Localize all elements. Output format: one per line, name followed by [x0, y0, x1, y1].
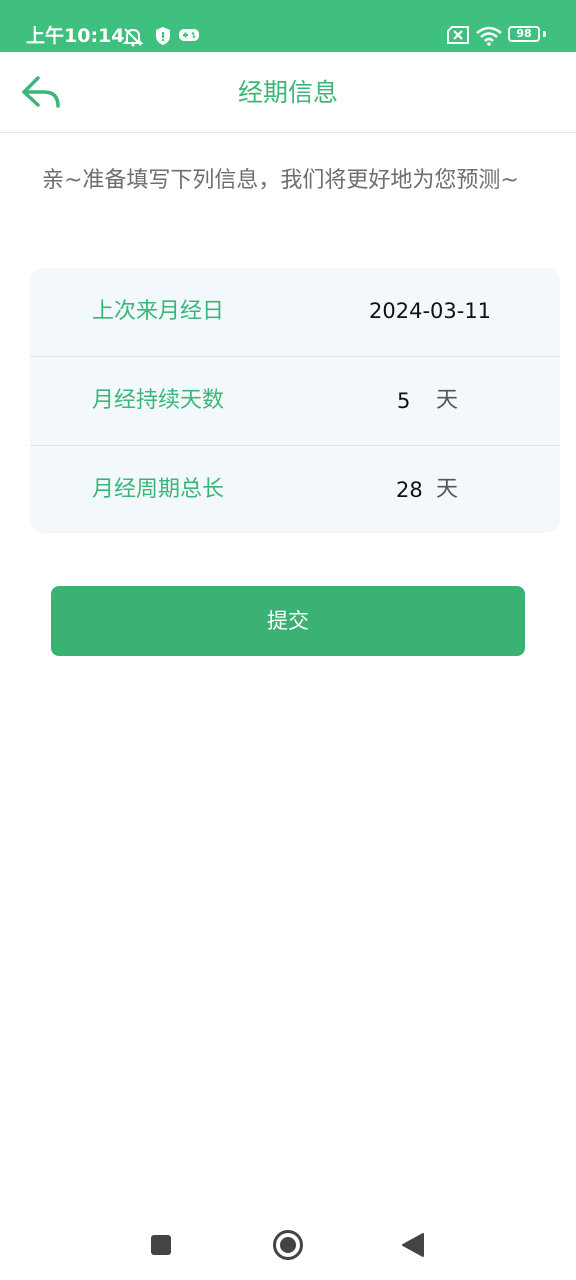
- battery-icon: 98: [508, 26, 540, 42]
- wifi-icon: [476, 26, 502, 46]
- sim-off-icon: [447, 26, 469, 44]
- submit-button[interactable]: 提交: [51, 586, 525, 656]
- battery-tip: [543, 31, 546, 37]
- last-period-date-value[interactable]: 2024-03-11: [369, 268, 491, 354]
- form-row-last-period-date[interactable]: 上次来月经日 2024-03-11: [30, 268, 560, 356]
- alarm-off-icon: [122, 28, 144, 47]
- row-unit: 天: [436, 477, 459, 502]
- intro-text: 亲~准备填写下列信息，我们将更好地为您预测~: [42, 168, 519, 193]
- cycle-length-input[interactable]: 28: [396, 446, 423, 533]
- square-recents-icon[interactable]: [150, 1234, 172, 1256]
- circle-home-icon[interactable]: [272, 1229, 304, 1261]
- row-label: 月经周期总长: [92, 477, 225, 502]
- form-row-cycle-length: 月经周期总长 28 天: [30, 445, 560, 533]
- period-duration-input[interactable]: 5: [397, 357, 410, 445]
- row-label: 月经持续天数: [92, 388, 225, 413]
- status-bar: 上午10:14 98: [0, 0, 576, 52]
- form-row-period-duration: 月经持续天数 5 天: [30, 356, 560, 445]
- triangle-back-icon[interactable]: [401, 1232, 425, 1258]
- gamepad-icon: [179, 29, 199, 41]
- row-unit: 天: [436, 388, 459, 413]
- status-time: 上午10:14: [26, 25, 125, 47]
- period-info-card: 上次来月经日 2024-03-11 月经持续天数 5 天 月经周期总长 28 天: [30, 268, 560, 533]
- page-title: 经期信息: [237, 78, 338, 107]
- header-bar: 经期信息: [0, 52, 576, 133]
- row-label: 上次来月经日: [92, 299, 225, 324]
- shield-icon: [156, 27, 170, 45]
